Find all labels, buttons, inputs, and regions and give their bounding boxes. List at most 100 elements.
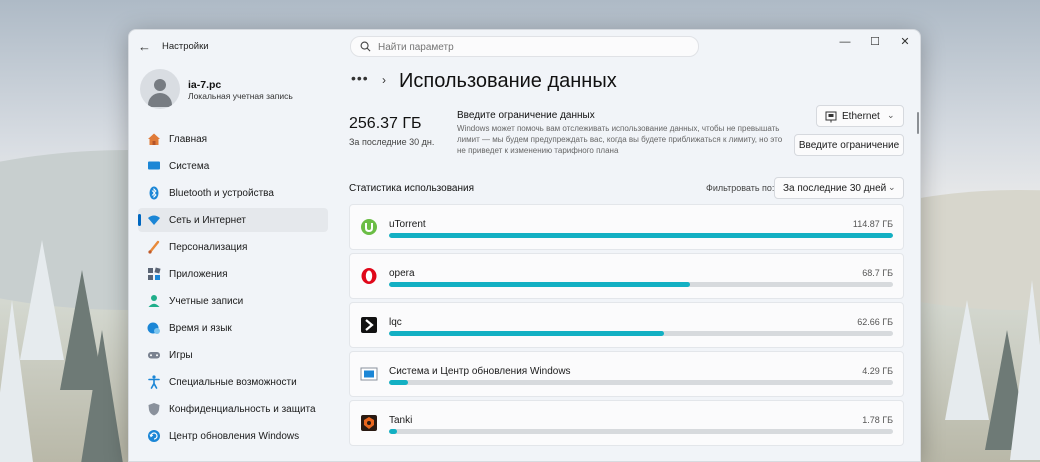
sidebar-item-label: Сеть и Интернет [169,215,247,226]
apps-icon [148,267,161,280]
sidebar-item-gaming[interactable]: Игры [138,343,328,367]
maximize-button[interactable]: ☐ [860,32,890,54]
sidebar-item-label: Конфиденциальность и защита [169,404,316,415]
home-icon [148,133,160,145]
gamepad-icon [148,352,160,359]
sidebar-item-privacy[interactable]: Конфиденциальность и защита [138,397,328,421]
system-icon [148,161,160,170]
breadcrumb-more-button[interactable]: ••• [351,70,369,86]
limit-heading: Введите ограничение данных [457,110,595,121]
sidebar-item-windows-update[interactable]: Центр обновления Windows [138,424,328,448]
sidebar-item-label: Главная [169,134,208,145]
sidebar-item-time-language[interactable]: Время и язык [138,316,328,340]
enter-limit-label: Введите ограничение [798,140,900,151]
sidebar-item-accounts[interactable]: Учетные записи [138,289,328,313]
usage-bar [389,282,893,287]
usage-bar-fill [389,282,691,287]
app-usage-row-windows-update[interactable]: Система и Центр обновления Windows 4.29 … [349,351,904,397]
filter-dropdown[interactable]: За последние 30 дней ⌄ [774,177,904,199]
usage-bar-fill [389,233,893,238]
usage-bar [389,429,893,434]
sidebar-item-label: Bluetooth и устройства [169,188,274,199]
chevron-down-icon: ⌄ [888,182,896,192]
avatar[interactable] [140,69,180,109]
app-name: opera [389,268,415,279]
close-button[interactable]: ✕ [890,32,920,54]
app-usage-row-tanki[interactable]: Tanki 1.78 ГБ [349,400,904,446]
app-usage-list: uTorrent 114.87 ГБ opera 68.7 ГБ lqc 62.… [349,204,904,449]
shield-icon [148,403,160,416]
lqc-icon [361,317,377,333]
usage-stats-heading: Статистика использования [349,183,475,194]
usage-bar-fill [389,331,665,336]
brush-icon [148,240,160,254]
accounts-icon [148,295,160,307]
usage-bar [389,331,893,336]
sidebar-item-label: Центр обновления Windows [169,431,300,442]
sidebar-item-label: Учетные записи [169,296,244,307]
search-box[interactable] [350,36,699,57]
chevron-down-icon: ⌄ [887,110,895,120]
search-input[interactable] [378,39,678,55]
usage-bar-fill [389,429,397,434]
globe-clock-icon [147,322,160,334]
bluetooth-icon [149,186,159,200]
sidebar-item-network[interactable]: Сеть и Интернет [138,208,328,232]
sidebar-item-bluetooth[interactable]: Bluetooth и устройства [138,181,328,205]
limit-description: Windows может помочь вам отслеживать исп… [457,124,783,155]
app-usage-row-utorrent[interactable]: uTorrent 114.87 ГБ [349,204,904,250]
usage-bar [389,380,893,385]
sidebar-item-accessibility[interactable]: Специальные возможности [138,370,328,394]
sidebar-item-home[interactable]: Главная [138,127,328,151]
enter-limit-button[interactable]: Введите ограничение [794,134,904,156]
ethernet-icon [825,111,837,123]
search-icon [360,41,371,52]
app-title: Настройки [162,41,209,52]
account-type: Локальная учетная запись [188,91,293,101]
app-name: Tanki [389,415,413,426]
active-indicator [138,214,141,226]
app-name: Система и Центр обновления Windows [389,366,571,377]
windows-update-icon [360,367,378,381]
scrollbar[interactable] [917,112,919,134]
tanki-icon [361,415,377,431]
app-usage-value: 1.78 ГБ [862,415,893,425]
sidebar-item-label: Система [169,161,210,172]
title-bar: ← Настройки — ☐ ✕ [129,30,920,62]
total-usage: 256.37 ГБ [349,115,422,132]
minimize-button[interactable]: — [830,32,860,54]
app-usage-value: 68.7 ГБ [862,268,893,278]
filter-value: За последние 30 дней [783,183,887,194]
sidebar-item-label: Время и язык [169,323,232,334]
usage-bar [389,233,893,238]
sidebar-item-system[interactable]: Система [138,154,328,178]
sidebar-item-apps[interactable]: Приложения [138,262,328,286]
app-name: uTorrent [389,219,426,230]
sidebar-item-label: Приложения [169,269,228,280]
sidebar-item-label: Специальные возможности [169,377,297,388]
adapter-label: Ethernet [842,111,880,122]
sidebar-item-personalization[interactable]: Персонализация [138,235,328,259]
network-adapter-dropdown[interactable]: Ethernet ⌄ [816,105,904,127]
app-usage-value: 62.66 ГБ [857,317,893,327]
opera-icon [361,268,377,284]
chevron-right-icon: › [382,73,386,87]
page-title: Использование данных [399,70,617,92]
settings-window: ← Настройки — ☐ ✕ ia-7.pc Локальная учет… [128,29,921,462]
app-name: lqc [389,317,402,328]
network-icon [148,215,160,225]
sidebar-nav: Главная Система Bluetooth и устройства С… [138,127,328,451]
back-arrow-icon[interactable]: ← [138,39,151,54]
usage-bar-fill [389,380,408,385]
sidebar-item-label: Персонализация [169,242,248,253]
accessibility-icon [148,375,160,389]
app-usage-row-opera[interactable]: opera 68.7 ГБ [349,253,904,299]
filter-label: Фильтровать по: [706,183,775,193]
sidebar-item-label: Игры [169,350,193,361]
update-icon [148,430,160,442]
app-usage-row-lqc[interactable]: lqc 62.66 ГБ [349,302,904,348]
total-usage-period: За последние 30 дн. [349,137,435,147]
app-usage-value: 114.87 ГБ [852,219,893,229]
utorrent-icon [361,219,377,235]
user-name: ia-7.pc [188,79,222,91]
